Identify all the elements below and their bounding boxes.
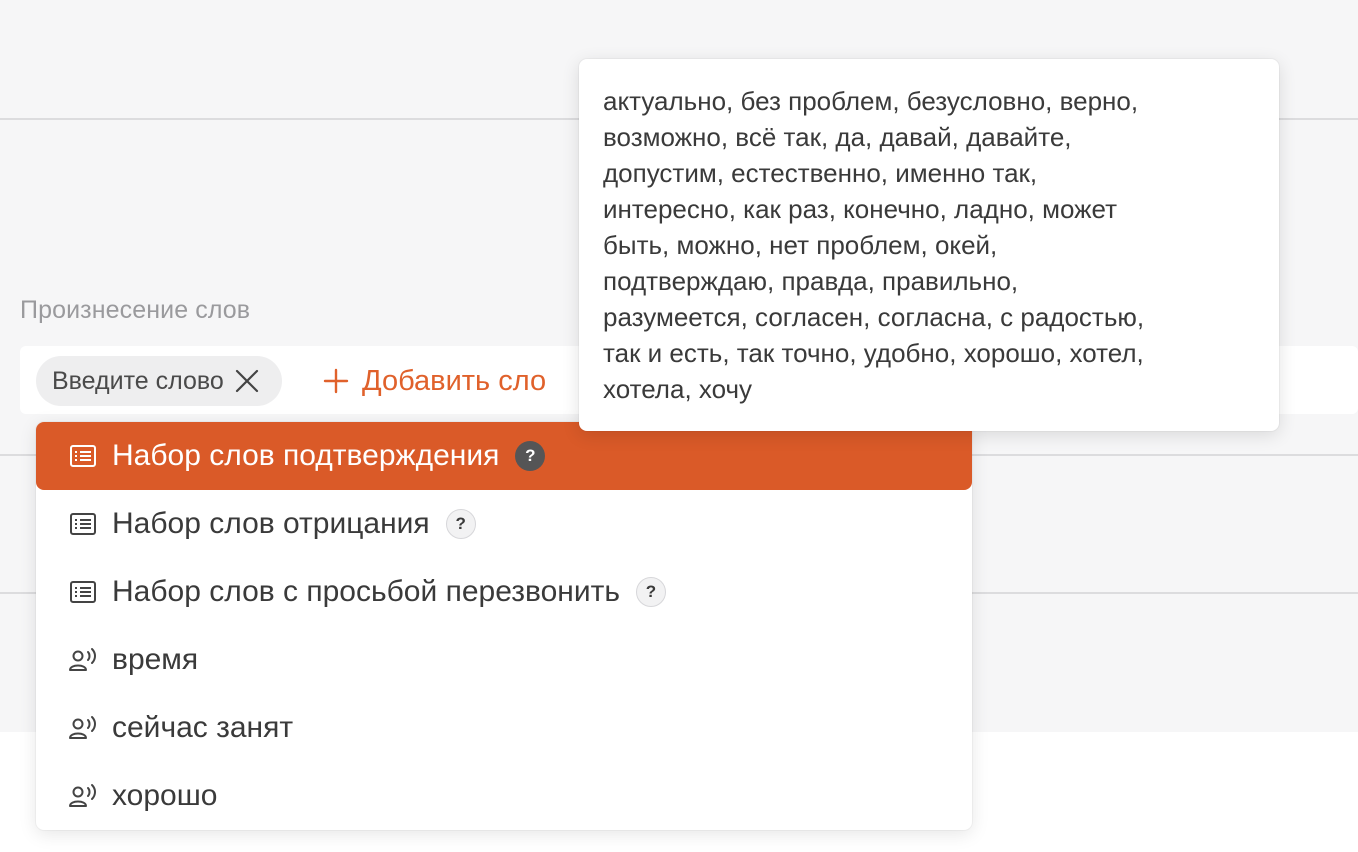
menu-item-time[interactable]: время [36, 626, 972, 694]
word-set-dropdown: Набор слов подтверждения ? Набор слов от… [36, 422, 972, 830]
menu-item-confirmation-set[interactable]: Набор слов подтверждения ? [36, 422, 972, 490]
pronunciation-section-label: Произнесение слов [20, 296, 251, 324]
voice-user-icon [68, 713, 98, 743]
tooltip-line: быть, можно, нет проблем, окей, [603, 230, 998, 260]
list-icon [68, 441, 98, 471]
add-word-label: Добавить сло [362, 364, 547, 397]
add-word-button[interactable]: Добавить сло [322, 360, 546, 402]
help-icon[interactable]: ? [515, 441, 546, 471]
menu-item-label: Набор слов с просьбой перезвонить [112, 575, 620, 608]
menu-item-busy-now[interactable]: сейчас занят [36, 694, 972, 762]
menu-item-label: Набор слов отрицания [112, 507, 430, 540]
menu-item-label: сейчас занят [112, 711, 294, 744]
menu-item-label: время [112, 643, 199, 676]
menu-item-label: Набор слов подтверждения [112, 439, 500, 472]
tooltip-line: хотела, хочу [603, 374, 753, 404]
list-icon [68, 509, 98, 539]
tooltip-line: интересно, как раз, конечно, ладно, може… [603, 194, 1118, 224]
list-icon [68, 577, 98, 607]
help-icon[interactable]: ? [635, 577, 666, 607]
tooltip-line: возможно, всё так, да, давай, давайте, [603, 122, 1072, 152]
plus-icon [322, 367, 350, 395]
menu-item-callback-set[interactable]: Набор слов с просьбой перезвонить ? [36, 558, 972, 626]
word-chip-label: Введите слово [52, 366, 224, 395]
tooltip-line: так и есть, так точно, удобно, хорошо, х… [603, 338, 1144, 368]
tooltip-line: разумеется, согласен, согласна, с радост… [603, 302, 1145, 332]
menu-item-negation-set[interactable]: Набор слов отрицания ? [36, 490, 972, 558]
tooltip-line: подтверждаю, правда, правильно, [603, 266, 1019, 296]
tooltip-line: актуально, без проблем, безусловно, верн… [603, 86, 1139, 116]
menu-item-label: хорошо [112, 779, 218, 812]
voice-user-icon [68, 645, 98, 675]
help-icon[interactable]: ? [445, 509, 476, 539]
confirmation-words-tooltip: актуально, без проблем, безусловно, верн… [579, 59, 1279, 431]
tooltip-line: допустим, естественно, именно так, [603, 158, 1038, 188]
word-chip: Введите слово [36, 356, 282, 406]
voice-user-icon [68, 781, 98, 811]
menu-item-good[interactable]: хорошо [36, 762, 972, 830]
close-icon[interactable] [232, 366, 262, 396]
